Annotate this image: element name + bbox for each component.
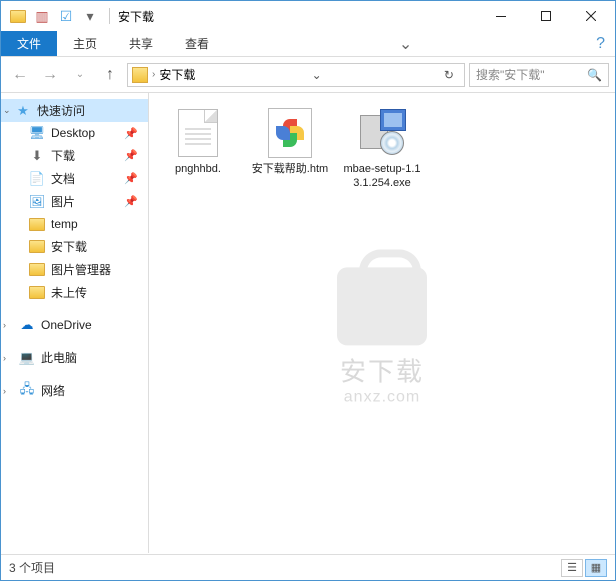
file-item[interactable]: mbae-setup-1.13.1.254.exe xyxy=(343,105,421,191)
sidebar-label: 网络 xyxy=(41,382,65,399)
document-icon: 📄 xyxy=(29,171,45,187)
file-list-pane[interactable]: 安下载 anxz.com pnghhbd. 安下载帮助.htm mbae-set… xyxy=(149,93,615,553)
pin-icon: 📌 xyxy=(124,127,144,140)
cloud-icon: ☁ xyxy=(19,317,35,333)
folder-icon xyxy=(29,262,45,278)
sidebar-label: Desktop xyxy=(51,126,95,140)
network-icon: 🖧 xyxy=(19,383,35,399)
search-icon[interactable]: 🔍 xyxy=(587,68,602,82)
file-item[interactable]: 安下载帮助.htm xyxy=(251,105,329,177)
sidebar-label: 下载 xyxy=(51,147,75,164)
title-bar: ▥ ☑ ▾ 安下载 xyxy=(1,1,615,31)
exe-file-icon xyxy=(356,105,408,161)
file-name: 安下载帮助.htm xyxy=(252,163,328,177)
view-mode-buttons: ☰ ▦ xyxy=(561,559,607,577)
sidebar-item-documents[interactable]: 📄 文档 📌 xyxy=(1,167,148,190)
nav-up-button[interactable]: ↑ xyxy=(97,62,123,88)
new-folder-icon[interactable]: ▾ xyxy=(79,5,101,27)
ribbon-tabs: 文件 主页 共享 查看 ⌄ ? xyxy=(1,31,615,57)
window-controls xyxy=(478,1,613,31)
dropdown-icon[interactable]: ⌄ xyxy=(306,68,328,82)
chevron-down-icon[interactable]: ⌄ xyxy=(3,105,11,116)
ribbon-expand-button[interactable]: ⌄ xyxy=(389,31,422,56)
window-title: 安下载 xyxy=(118,8,154,25)
sidebar-label: 安下载 xyxy=(51,238,87,255)
status-bar: 3 个项目 ☰ ▦ xyxy=(1,554,615,580)
pictures-icon: 🖼 xyxy=(29,194,45,210)
address-bar-row: ← → ⌄ ↑ › 安下载 ⌄ ↻ 搜索"安下载" 🔍 xyxy=(1,57,615,93)
icons-view-button[interactable]: ▦ xyxy=(585,559,607,577)
tab-home[interactable]: 主页 xyxy=(57,31,113,56)
sidebar-item-downloads[interactable]: ⬇ 下载 📌 xyxy=(1,144,148,167)
pin-icon: 📌 xyxy=(124,195,144,208)
sidebar-item-anxz[interactable]: 安下载 xyxy=(1,235,148,258)
bag-icon xyxy=(337,267,427,345)
properties-icon[interactable]: ▥ xyxy=(31,5,53,27)
pin-icon: 📌 xyxy=(124,149,144,162)
file-name: mbae-setup-1.13.1.254.exe xyxy=(343,163,421,191)
navigation-pane[interactable]: ⌄ ★ 快速访问 🖥 Desktop 📌 ⬇ 下载 📌 📄 文档 📌 🖼 图片 … xyxy=(1,93,149,553)
sidebar-item-notuploaded[interactable]: 未上传 xyxy=(1,281,148,304)
file-name: pnghhbd. xyxy=(175,163,221,177)
pin-icon: 📌 xyxy=(124,172,144,185)
status-item-count: 3 个项目 xyxy=(9,559,55,576)
nav-recent-button[interactable]: ⌄ xyxy=(67,62,93,88)
ribbon-help-button[interactable]: ? xyxy=(586,31,615,56)
nav-back-button[interactable]: ← xyxy=(7,62,33,88)
download-icon: ⬇ xyxy=(29,148,45,164)
breadcrumb[interactable]: › 安下载 ⌄ ↻ xyxy=(127,63,465,87)
maximize-button[interactable] xyxy=(523,1,568,31)
quick-access-toolbar: ▥ ☑ ▾ xyxy=(3,5,105,27)
sidebar-label: 图片 xyxy=(51,193,75,210)
refresh-button[interactable]: ↻ xyxy=(438,68,460,82)
sidebar-label: temp xyxy=(51,217,78,231)
chevron-right-icon[interactable]: › xyxy=(3,386,6,396)
pc-icon: 💻 xyxy=(19,350,35,366)
chevron-right-icon[interactable]: › xyxy=(3,353,6,363)
sidebar-item-picmgr[interactable]: 图片管理器 xyxy=(1,258,148,281)
watermark: 安下载 anxz.com xyxy=(337,267,427,406)
sidebar-label: 快速访问 xyxy=(37,102,85,119)
sidebar-label: OneDrive xyxy=(41,318,92,332)
main-area: ⌄ ★ 快速访问 🖥 Desktop 📌 ⬇ 下载 📌 📄 文档 📌 🖼 图片 … xyxy=(1,93,615,553)
close-button[interactable] xyxy=(568,1,613,31)
breadcrumb-segment[interactable]: 安下载 xyxy=(159,66,195,83)
sidebar-item-temp[interactable]: temp xyxy=(1,213,148,235)
sidebar-label: 未上传 xyxy=(51,284,87,301)
desktop-icon: 🖥 xyxy=(29,125,45,141)
separator xyxy=(109,8,110,24)
generic-file-icon xyxy=(172,105,224,161)
sidebar-onedrive[interactable]: › ☁ OneDrive xyxy=(1,314,148,336)
htm-file-icon xyxy=(264,105,316,161)
folder-icon xyxy=(132,67,148,83)
sidebar-network[interactable]: › 🖧 网络 xyxy=(1,379,148,402)
nav-forward-button: → xyxy=(37,62,63,88)
chevron-right-icon[interactable]: › xyxy=(152,69,155,80)
sidebar-this-pc[interactable]: › 💻 此电脑 xyxy=(1,346,148,369)
search-placeholder: 搜索"安下载" xyxy=(476,66,545,83)
tab-file[interactable]: 文件 xyxy=(1,31,57,56)
checkbox-icon[interactable]: ☑ xyxy=(55,5,77,27)
sidebar-item-desktop[interactable]: 🖥 Desktop 📌 xyxy=(1,122,148,144)
tab-share[interactable]: 共享 xyxy=(113,31,169,56)
sidebar-label: 文档 xyxy=(51,170,75,187)
folder-icon xyxy=(29,239,45,255)
chevron-right-icon[interactable]: › xyxy=(3,320,6,330)
star-icon: ★ xyxy=(15,103,31,119)
folder-icon xyxy=(29,285,45,301)
sidebar-label: 图片管理器 xyxy=(51,261,111,278)
sidebar-quick-access[interactable]: ⌄ ★ 快速访问 xyxy=(1,99,148,122)
minimize-button[interactable] xyxy=(478,1,523,31)
sidebar-item-pictures[interactable]: 🖼 图片 📌 xyxy=(1,190,148,213)
details-view-button[interactable]: ☰ xyxy=(561,559,583,577)
watermark-url: anxz.com xyxy=(337,388,427,406)
search-input[interactable]: 搜索"安下载" 🔍 xyxy=(469,63,609,87)
folder-icon xyxy=(29,216,45,232)
tab-view[interactable]: 查看 xyxy=(169,31,225,56)
folder-icon xyxy=(7,5,29,27)
sidebar-label: 此电脑 xyxy=(41,349,77,366)
file-item[interactable]: pnghhbd. xyxy=(159,105,237,177)
watermark-text: 安下载 xyxy=(337,351,427,388)
